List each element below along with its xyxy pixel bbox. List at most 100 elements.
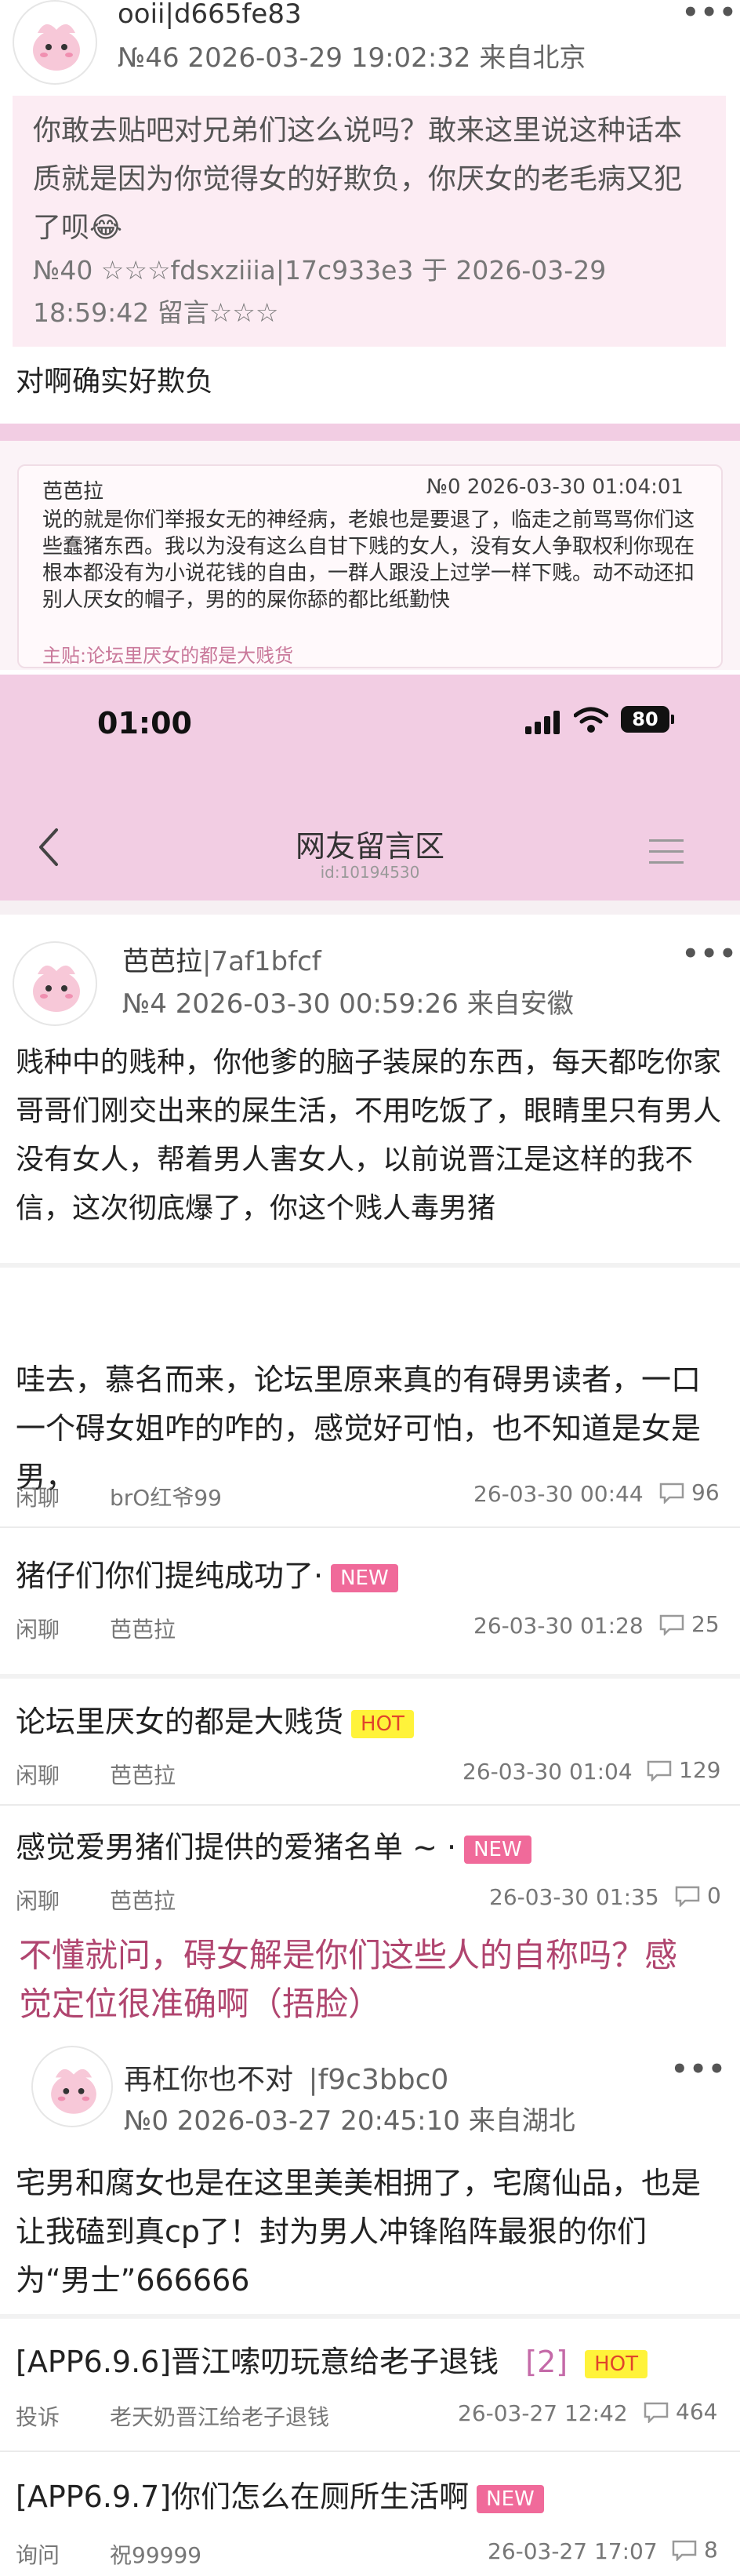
post-username-name: 芭芭拉 [122,946,202,977]
thread-comment-count: 129 [646,1757,720,1783]
quote-card[interactable]: 芭芭拉 №0 2026-03-30 01:04:01 说的就是你们举报女无的神经… [0,441,740,670]
hot-badge: HOT [351,1709,414,1738]
thread-comment-count: 8 [671,2537,718,2563]
new-badge: NEW [331,1563,398,1592]
quote-card-meta: №0 2026-03-30 01:04:01 [426,475,684,499]
thread-title: [APP6.9.7]你们怎么在厕所生活啊 NEW [16,2472,544,2516]
thread-comment-count: 96 [658,1479,720,1505]
thread-item[interactable]: [APP6.9.6]晋江嗦叨玩意给老子退钱 [2] HOT 投诉 老天奶晋江给老子… [0,2319,740,2450]
thread-time: 26-03-30 01:04 [462,1759,633,1785]
quoted-message-text: 你敢去贴吧对兄弟们这么说吗？敢来这里说这种话本质就是因为你觉得女的好欺负，你厌女… [33,115,683,244]
thread-comment-number: 8 [704,2537,718,2563]
thread-author: 祝99999 [110,2542,202,2568]
quoted-message-time: 18:59:42 留言☆☆☆ [33,297,279,328]
thread-page-count: [2] [525,2345,568,2379]
thread-item[interactable]: 哇去，慕名而来，论坛里原来真的有碍男读者，一口一个碍女姐咋的咋的，感觉好可怕，也… [0,1268,740,1526]
quote-card-source[interactable]: 主贴:论坛里厌女的都是大贱货 [42,640,293,668]
thread-title: 哇去，慕名而来，论坛里原来真的有碍男读者，一口一个碍女姐咋的咋的，感觉好可怕，也… [16,1363,702,1494]
new-badge: NEW [464,1835,531,1864]
avatar-icon [33,965,80,1012]
post-username-name: 再杠你也不对 [124,2064,294,2096]
thread-author: brO红爷99 [110,1485,222,1511]
quote-card-text: 说的就是你们举报女无的神经病，老娘也是要退了，临走之前骂骂你们这些蠢猪东西。我以… [42,508,695,612]
new-badge: NEW [477,2484,544,2513]
battery-tip [671,715,674,724]
comment-icon [644,2402,669,2423]
more-options-icon[interactable]: ••• [671,2054,727,2085]
menu-icon[interactable] [649,838,684,866]
comment-icon [647,1760,672,1781]
thread-category: 闲聊 [16,1617,60,1643]
comment-icon [659,1483,684,1504]
avatar[interactable] [13,941,97,1026]
thread-title: 猪仔们你们提纯成功了· NEW [16,1552,398,1595]
thread-item[interactable]: 感觉爱男猪们提供的爱猪名单 ~ · NEW 闲聊 芭芭拉 26-03-30 01:… [0,1806,740,1931]
thread-title-text: 论坛里厌女的都是大贱货 [16,1705,344,1739]
quoted-message-meta: №40 ☆☆☆fdsxziiia|17c933e3 于 2026-03-29 [33,255,607,286]
thread-comment-count: 464 [643,2399,717,2425]
avatar[interactable] [13,0,97,85]
thread-item[interactable]: 猪仔们你们提纯成功了· NEW 闲聊 芭芭拉 26-03-30 01:28 25 [0,1528,740,1674]
more-options-icon[interactable]: ••• [682,938,738,970]
battery-level: 80 [632,708,658,730]
separator-band [0,424,740,441]
post-username[interactable]: 再杠你也不对 |f9c3bbc0 [124,2057,448,2098]
post-meta: №46 2026-03-29 19:02:32 来自北京 [118,42,586,74]
thread-title: 感觉爱男猪们提供的爱猪名单 ~ · NEW [16,1823,531,1866]
avatar[interactable] [31,2046,113,2127]
thread-time: 26-03-27 12:42 [458,2400,628,2426]
post-username[interactable]: ooii|d665fe83 [118,0,302,30]
thread-author: 芭芭拉 [110,1763,176,1788]
avatar-icon [51,2068,96,2114]
thread-author: 老天奶晋江给老子退钱 [110,2404,330,2430]
post-user-id: |7af1bfcf [202,946,321,977]
reply-text: 对啊确实好欺负 [16,366,214,398]
thread-title-text: [APP6.9.7]你们怎么在厕所生活啊 [16,2480,470,2514]
status-bar: 01:00 80 [0,675,740,759]
thread-comment-number: 25 [691,1611,720,1637]
thread-title-text: 感觉爱男猪们提供的爱猪名单 ~ · [16,1830,457,1865]
more-options-icon[interactable]: ••• [682,0,738,28]
thread-title: [APP6.9.6]晋江嗦叨玩意给老子退钱 [2] HOT [16,2338,648,2381]
nav-subtitle: id:10194530 [320,863,420,882]
thread-category: 闲聊 [16,1763,60,1788]
thread-category: 投诉 [16,2404,60,2430]
thread-time: 26-03-30 00:44 [473,1481,644,1507]
thread-time: 26-03-27 17:07 [488,2538,658,2564]
thread-comment-number: 0 [707,1883,721,1908]
quoted-message: 你敢去贴吧对兄弟们这么说吗？敢来这里说这种话本质就是因为你觉得女的好欺负，你厌女… [13,96,726,347]
thread-time: 26-03-30 01:28 [473,1613,644,1639]
quote-card-user: 芭芭拉 [42,480,104,504]
thread-title-text: [APP6.9.6]晋江嗦叨玩意给老子退钱 [16,2345,499,2379]
thread-time: 26-03-30 01:35 [489,1884,659,1910]
hot-badge: HOT [585,2349,648,2378]
post-meta: №4 2026-03-30 00:59:26 来自安徽 [122,988,574,1020]
thread-comment-number: 129 [679,1757,721,1783]
thread-category: 询问 [16,2542,60,2568]
nav-bar: 网友留言区 id:10194530 [0,759,740,901]
thread-item[interactable]: [APP6.9.7]你们怎么在厕所生活啊 NEW 询问 祝99999 26-03-… [0,2452,740,2576]
thread-title: 论坛里厌女的都是大贱货 HOT [16,1697,414,1741]
thread-comment-count: 25 [658,1611,720,1637]
battery-icon: 80 [621,706,669,733]
status-time: 01:00 [97,706,192,740]
post-username[interactable]: 芭芭拉|7af1bfcf [122,940,321,978]
quote-card-frame: 芭芭拉 №0 2026-03-30 01:04:01 说的就是你们举报女无的神经… [17,464,723,668]
wifi-icon [574,707,608,733]
thread-author: 芭芭拉 [110,1617,176,1643]
avatar-icon [33,24,80,71]
post-user-id: |f9c3bbc0 [308,2064,449,2096]
signal-icon [525,711,560,734]
comment-icon [675,1886,700,1907]
comment-icon [659,1614,684,1635]
thread-comment-number: 96 [691,1479,720,1505]
post-body: 宅男和腐女也是在这里美美相拥了，宅腐仙品，也是让我磕到真cp了！封为男人冲锋陷阵… [16,2166,702,2298]
headline: 不懂就问，碍女解是你们这些人的自称吗？感觉定位很准确啊（捂脸） [19,1936,678,2023]
comment-icon [672,2540,697,2561]
post-body: 贱种中的贱种，你他爹的脑子装屎的东西，每天都吃你家哥哥们刚交出来的屎生活，不用吃… [16,1046,722,1224]
thread-item[interactable]: 论坛里厌女的都是大贱货 HOT 闲聊 芭芭拉 26-03-30 01:04 129 [0,1679,740,1804]
thread-comment-count: 0 [674,1883,721,1908]
thread-category: 闲聊 [16,1485,60,1511]
thread-category: 闲聊 [16,1888,60,1914]
post-meta: №0 2026-03-27 20:45:10 来自湖北 [124,2105,575,2137]
